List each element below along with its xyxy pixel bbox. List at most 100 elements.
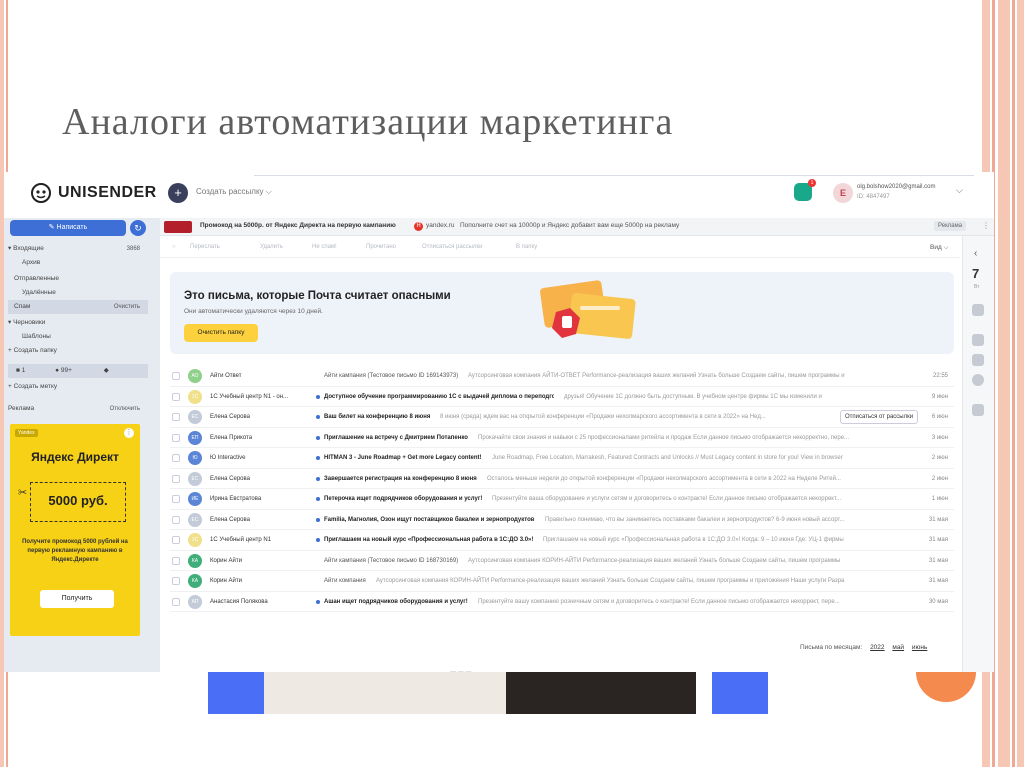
toolbar: ○ Переслать Удалить Не спам! Прочитано О… — [160, 240, 960, 258]
ads-off-link[interactable]: Отключить — [110, 402, 140, 416]
promo-banner[interactable]: Промокод на 5000р. от Яндекс Директа на … — [160, 218, 994, 236]
email-subject: Айти кампания (Тестовое письмо ID 169143… — [324, 373, 459, 379]
row-checkbox[interactable] — [172, 536, 180, 544]
toolbar-delete[interactable]: Удалить — [260, 244, 283, 250]
folder-count[interactable]: Очистить — [114, 300, 140, 314]
row-checkbox[interactable] — [172, 413, 180, 421]
unsubscribe-button[interactable]: Отписаться от рассылки — [840, 410, 919, 424]
toolbar-unsubscribe[interactable]: Отписаться рассылки — [422, 244, 482, 250]
divider — [254, 175, 974, 176]
email-row[interactable]: 1С 1С Учебный центр N1 Приглашаем на новый… — [170, 530, 954, 551]
row-checkbox[interactable] — [172, 556, 180, 565]
logo[interactable]: UNISENDER — [30, 182, 157, 204]
select-all-checkbox[interactable]: ○ — [172, 244, 176, 250]
promo-label: Реклама — [934, 221, 967, 231]
compose-plus-icon[interactable]: + — [168, 183, 188, 203]
sidebar-folder[interactable]: ▾ Черновики — [8, 316, 148, 330]
calendar-day[interactable]: 7 — [972, 266, 979, 281]
email-subject: Приглашаем на новый курс «Профессиональн… — [324, 537, 534, 543]
more-icon[interactable]: ⋮ — [124, 428, 134, 438]
sidebar-folder[interactable]: Архив — [8, 256, 148, 270]
unread-dot-icon[interactable] — [316, 456, 320, 460]
view-dropdown[interactable]: Вид ⌵ — [930, 244, 949, 252]
avatar[interactable]: E — [833, 183, 853, 203]
create-label-link[interactable]: + Создать метку — [8, 380, 148, 394]
contacts-icon[interactable] — [972, 334, 984, 346]
theme-icon[interactable] — [972, 374, 984, 386]
toolbar-read[interactable]: Прочитано — [366, 244, 396, 250]
compose-button[interactable]: ✎ Написать — [10, 220, 126, 236]
email-row[interactable]: ЕС Елена Серова Завершается регистрация на… — [170, 469, 954, 489]
email-snippet: Осталось меньше недели до открытой конфе… — [487, 475, 841, 482]
grid-icon[interactable] — [972, 354, 984, 366]
row-checkbox[interactable] — [172, 597, 180, 606]
row-checkbox[interactable] — [172, 372, 180, 380]
pager-june[interactable]: июнь — [912, 644, 927, 651]
sender-avatar: Ю — [188, 451, 202, 465]
spam-title: Это письма, которые Почта считает опасны… — [184, 290, 451, 302]
pager-may[interactable]: май — [892, 644, 904, 651]
refresh-icon[interactable]: ↻ — [130, 220, 146, 236]
tags-row[interactable]: ■ 1 ● 99+ ◆ — [8, 364, 148, 378]
tag-item[interactable]: ◆ — [104, 367, 109, 374]
ad-get-button[interactable]: Получить — [40, 590, 114, 608]
unread-dot-icon[interactable] — [316, 435, 320, 440]
unread-dot-icon[interactable] — [316, 394, 320, 399]
email-row[interactable]: АО Айти Ответ Айти кампания (Тестовое пись… — [170, 366, 954, 387]
email-row[interactable]: АП Анастасия Полякова Ашан ищет подрядчико… — [170, 592, 954, 612]
sidebar-folder[interactable]: Удалённые — [8, 286, 148, 300]
tag-item[interactable]: ■ 1 — [16, 367, 25, 374]
sidebar-folder[interactable]: ▾ Входящие 3868 — [8, 242, 148, 256]
email-row[interactable]: ЕС Елена Серова Ваш билет на конференцию 8… — [170, 407, 954, 428]
more-icon[interactable]: ⋮ — [982, 221, 990, 230]
row-checkbox[interactable] — [172, 433, 180, 442]
row-checkbox[interactable] — [172, 577, 180, 585]
spam-subtitle: Они автоматически удаляются через 10 дне… — [184, 308, 323, 315]
email-subject: Айти кампания (Тестовое письмо ID 168730… — [324, 557, 459, 564]
sidebar-folder[interactable]: Шаблоны — [8, 330, 148, 344]
settings-icon[interactable] — [972, 404, 984, 416]
email-row[interactable]: КА Корин Айти Айти кампания (Тестовое пись… — [170, 551, 954, 571]
sender-avatar: 1С — [188, 533, 202, 547]
toolbar-not-spam[interactable]: Не спам! — [312, 244, 337, 250]
logo-icon — [31, 183, 51, 203]
unread-dot-icon[interactable] — [316, 476, 320, 481]
sidebar-folder[interactable]: Спам Очистить — [8, 300, 148, 314]
folder-count: 3868 — [126, 246, 140, 252]
chevron-down-icon[interactable]: ⌵ — [956, 185, 963, 196]
pager-year[interactable]: 2022 — [870, 644, 884, 651]
ad-card[interactable]: Yandex ⋮ Яндекс Директ ✂ 5000 руб. Получ… — [10, 424, 140, 636]
decor-stripe — [1017, 0, 1024, 767]
sidebar-folder[interactable]: Отправленные — [8, 272, 148, 286]
footer-dots: — — — — [450, 669, 472, 672]
row-checkbox[interactable] — [172, 454, 180, 462]
row-checkbox[interactable] — [172, 474, 180, 483]
unread-dot-icon[interactable] — [316, 497, 320, 501]
clear-folder-button[interactable]: Очистить папку — [184, 324, 258, 342]
email-row[interactable]: ЕС Елена Серова Familia, Магнолия, Озон ищ… — [170, 510, 954, 530]
toolbar-forward[interactable]: Переслать — [190, 244, 220, 250]
unread-dot-icon[interactable] — [316, 599, 320, 604]
compose-dropdown[interactable]: Создать рассылку ⌵ — [196, 187, 272, 197]
email-row[interactable]: ЕП Елена Прикота Приглашение на встречу с … — [170, 428, 954, 448]
chevron-left-icon[interactable]: ‹ — [974, 248, 977, 259]
notes-icon[interactable] — [972, 304, 984, 316]
toolbar-to-folder[interactable]: В папку — [516, 244, 537, 250]
sidebar-folder[interactable]: + Создать папку — [8, 344, 148, 358]
email-row[interactable]: КА Корин Айти Айти компания Аутсорсинговая … — [170, 571, 954, 592]
email-subject: Завершается регистрация на конференцию 8… — [324, 475, 477, 482]
unread-dot-icon[interactable] — [316, 517, 320, 522]
email-snippet: June Roadmap, Free Location, Marrakesh, … — [492, 455, 843, 461]
row-checkbox[interactable] — [172, 495, 180, 503]
email-row[interactable]: ИЕ Ирина Евстратова Петерочка ищет подрядч… — [170, 489, 954, 510]
email-snippet: друзья! Обучение 1С должно быть доступны… — [564, 393, 822, 400]
email-row[interactable]: 1С 1С Учебный центр N1 - он... Доступное о… — [170, 387, 954, 407]
unread-dot-icon[interactable] — [316, 538, 320, 542]
unread-dot-icon[interactable] — [316, 415, 320, 419]
row-checkbox[interactable] — [172, 392, 180, 401]
email-row[interactable]: Ю Ю Interactive HITMAN 3 - June Roadmap + … — [170, 448, 954, 469]
sender-name: Елена Серова — [210, 414, 250, 420]
tag-item[interactable]: ● 99+ — [55, 367, 72, 374]
spam-warning-illustration — [540, 280, 636, 339]
row-checkbox[interactable] — [172, 515, 180, 524]
